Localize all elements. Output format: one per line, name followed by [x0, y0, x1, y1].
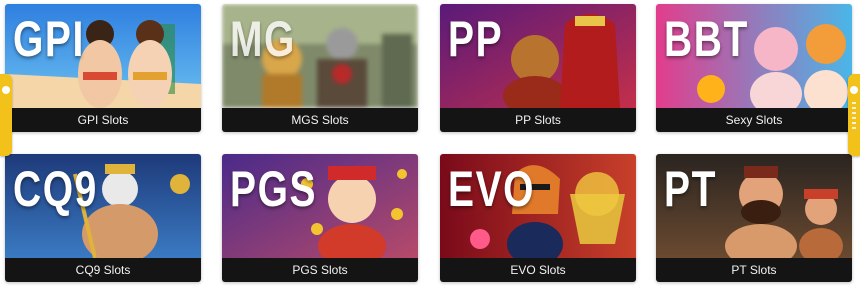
gpi-artwork: GPI [5, 4, 201, 108]
game-provider-grid: GPI GPI Slots MG MGS Slots PP PP Slots B… [0, 0, 860, 286]
game-card-cq9[interactable]: CQ9 CQ9 Slots [5, 154, 201, 282]
sexy-artwork: BBT [656, 4, 852, 108]
right-floating-tab[interactable] [848, 74, 860, 156]
game-card-label: PGS Slots [222, 258, 418, 282]
evo-artwork: EVO [440, 154, 636, 258]
game-card-label: CQ9 Slots [5, 258, 201, 282]
game-card-label: EVO Slots [440, 258, 636, 282]
game-card-label: GPI Slots [5, 108, 201, 132]
cq9-artwork: CQ9 [5, 154, 201, 258]
game-card-gpi[interactable]: GPI GPI Slots [5, 4, 201, 132]
game-card-label: PP Slots [440, 108, 636, 132]
game-card-label: PT Slots [656, 258, 852, 282]
brand-logo-bbt: BBT [664, 11, 749, 67]
game-card-label: MGS Slots [222, 108, 418, 132]
brand-logo-pp: PP [448, 11, 504, 67]
game-card-sexy[interactable]: BBT Sexy Slots [656, 4, 852, 132]
brand-logo-gpi: GPI [13, 11, 85, 67]
mgs-artwork: MG [222, 4, 418, 108]
game-card-label: Sexy Slots [656, 108, 852, 132]
tab-text-lines [852, 102, 856, 132]
pt-artwork: PT [656, 154, 852, 258]
left-floating-tab[interactable] [0, 74, 12, 156]
game-card-pt[interactable]: PT PT Slots [656, 154, 852, 282]
game-card-evo[interactable]: EVO EVO Slots [440, 154, 636, 282]
game-card-pgs[interactable]: PGS PGS Slots [222, 154, 418, 282]
pgs-artwork: PGS [222, 154, 418, 258]
brand-logo-pt: PT [664, 161, 717, 217]
brand-logo-mg: MG [230, 11, 296, 67]
chat-tab-icon [2, 86, 10, 94]
pp-artwork: PP [440, 4, 636, 108]
game-card-pp[interactable]: PP PP Slots [440, 4, 636, 132]
brand-logo-pgs: PGS [230, 161, 318, 217]
brand-logo-cq9: CQ9 [13, 161, 98, 217]
menu-tab-icon [850, 86, 858, 94]
game-card-mgs[interactable]: MG MGS Slots [222, 4, 418, 132]
brand-logo-evo: EVO [448, 161, 536, 217]
